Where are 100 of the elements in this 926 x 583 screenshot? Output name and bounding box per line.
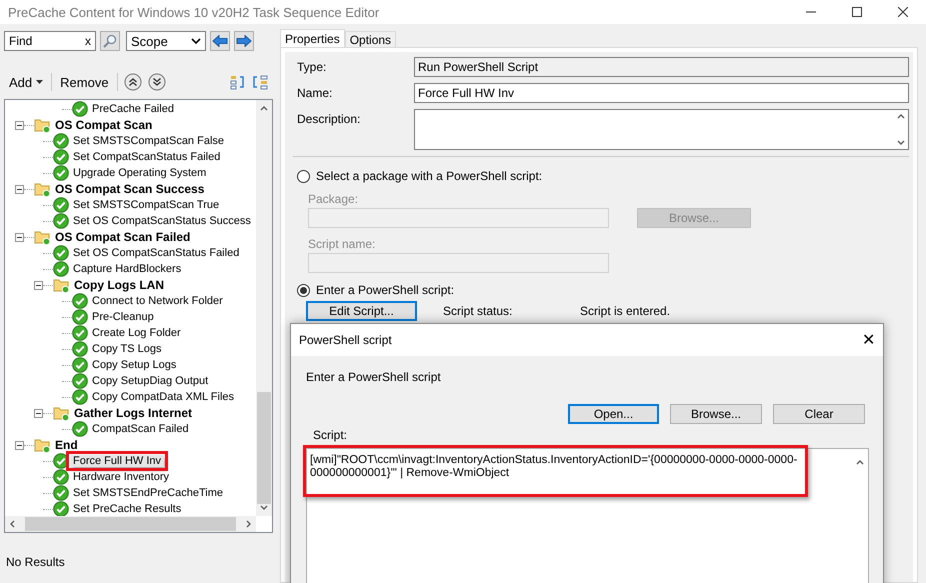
collapse-toggle[interactable] [15,120,24,130]
scroll-thumb[interactable] [25,517,236,531]
search-field[interactable]: Find x [4,31,96,51]
check-icon [53,133,69,149]
tree-item[interactable]: Copy Setup Logs [89,359,180,371]
scroll-down-icon[interactable] [897,139,905,147]
tree-item[interactable]: Force Full HW Inv [70,455,164,467]
tree-item[interactable]: Capture HardBlockers [70,263,184,275]
scope-text: Scope [131,34,168,48]
radio-button[interactable] [297,284,310,296]
tree-item[interactable]: Gather Logs Internet [71,406,196,420]
folder-icon [34,181,51,197]
tab[interactable]: Properties [280,29,345,47]
folder-icon [34,117,51,133]
tree-item[interactable]: Set SMSTSCompatScan True [70,199,222,211]
move-down-icon[interactable] [148,73,166,91]
dialog-button[interactable]: Open... [568,404,659,424]
dialog-button[interactable]: Clear [773,404,865,424]
check-icon [53,485,69,501]
type-field[interactable]: Run PowerShell Script [414,57,909,77]
tree-item[interactable]: Set OS CompatScanStatus Failed [70,247,242,259]
check-icon [53,261,69,277]
tree-item[interactable]: End [52,438,81,452]
script-code: [wmi]"ROOT\ccm\invagt:InventoryActionStatus.InventoryActionID='{00000000-0000-0000-0000- 000000000001}'" | Remove-WmiObject [303,445,808,497]
horizontal-scrollbar[interactable] [5,516,256,532]
minus-icon [17,122,22,128]
tree-item[interactable]: Upgrade Operating System [70,167,210,179]
tree-item[interactable]: Hardware Inventory [70,471,172,483]
tree-item[interactable]: OS Compat Scan [52,118,156,132]
tree-item[interactable]: Connect to Network Folder [89,295,226,307]
tree-item[interactable]: OS Compat Scan Failed [52,230,194,244]
check-icon [53,501,69,516]
scope-dropdown[interactable]: Scope [126,31,206,51]
tree-item[interactable]: Create Log Folder [89,327,184,339]
dialog-button[interactable]: Browse... [670,404,762,424]
package-field[interactable] [308,208,609,228]
search-icon [103,34,117,48]
tree-item[interactable]: Copy CompatData XML Files [89,391,238,403]
tree-item[interactable]: CompatScan Failed [89,423,192,435]
close-icon[interactable] [898,7,908,17]
folder-icon [53,405,70,421]
check-icon [72,389,88,405]
script-name-field[interactable] [308,253,609,273]
tree-item[interactable]: Copy TS Logs [89,343,165,355]
vertical-scrollbar[interactable] [256,100,272,516]
radio-button[interactable] [297,170,310,182]
script-field[interactable]: [wmi]"ROOT\ccm\invagt:InventoryActionStatus.InventoryActionID='{00000000-0000-0000-0000- 000000000001}'" | Remove-WmiObject [306,448,869,583]
tree-item[interactable]: OS Compat Scan Success [52,182,208,196]
remove-link[interactable]: Remove [58,74,111,90]
scroll-right-icon[interactable] [244,520,252,528]
maximize-icon[interactable] [852,7,862,17]
scroll-up-icon[interactable] [897,112,905,120]
tree-item[interactable]: Copy Logs LAN [71,278,167,292]
tree-item[interactable]: Set OS CompatScanStatus Success [70,215,254,227]
tree-item[interactable]: Copy SetupDiag Output [89,375,212,387]
scroll-left-icon[interactable] [9,520,17,528]
name-field[interactable]: Force Full HW Inv [414,83,909,103]
field-label: Package: [308,191,360,206]
tree-item[interactable]: Pre-Cleanup [89,311,157,323]
edit-script-button[interactable]: Edit Script... [306,301,417,321]
scroll-thumb[interactable] [257,392,271,504]
check-icon [72,421,88,437]
add-menu[interactable]: Add [7,74,46,90]
tree-item[interactable]: Set SMSTSCompatScan False [70,135,228,147]
minimize-icon[interactable] [806,11,816,13]
tree-item[interactable]: Set SMSTSEndPreCacheTime [70,487,226,499]
window-title: PreCache Content for Windows 10 v20H2 Task Sequence Editor [8,4,380,20]
minus-icon [36,282,41,288]
list-refresh-icon[interactable] [252,74,268,90]
scroll-up-icon[interactable] [260,104,268,112]
field-label: Script name: [308,236,376,251]
forward-button[interactable] [234,31,254,51]
search-button[interactable] [100,31,120,51]
check-icon [53,197,69,213]
collapse-toggle[interactable] [15,184,24,194]
collapse-toggle[interactable] [34,280,43,290]
collapse-toggle[interactable] [15,440,24,450]
clear-search[interactable]: x [85,34,91,48]
close-button[interactable]: ✕ [862,330,875,350]
tab[interactable]: Options [344,31,396,47]
check-icon [72,325,88,341]
collapse-toggle[interactable] [15,232,24,242]
description-field[interactable] [414,109,909,150]
collapse-toggle[interactable] [34,408,43,418]
check-icon [53,165,69,181]
folder-icon [53,277,70,293]
chevron-down-icon [191,38,201,44]
move-up-icon[interactable] [124,73,142,91]
minus-icon [17,234,22,240]
back-button[interactable] [210,31,230,51]
field-label: Script: [312,428,348,442]
status-text: No Results [5,555,66,569]
scroll-down-icon[interactable] [260,504,268,512]
tree-item[interactable]: PreCache Failed [89,103,177,115]
check-icon [72,357,88,373]
tree-item[interactable]: Set PreCache Results [70,503,184,515]
scroll-up-icon[interactable] [856,458,864,466]
tree-item[interactable]: Set CompatScanStatus Failed [70,151,224,163]
list-arrow-icon[interactable] [230,74,246,90]
field-label: Script status: [443,304,514,318]
